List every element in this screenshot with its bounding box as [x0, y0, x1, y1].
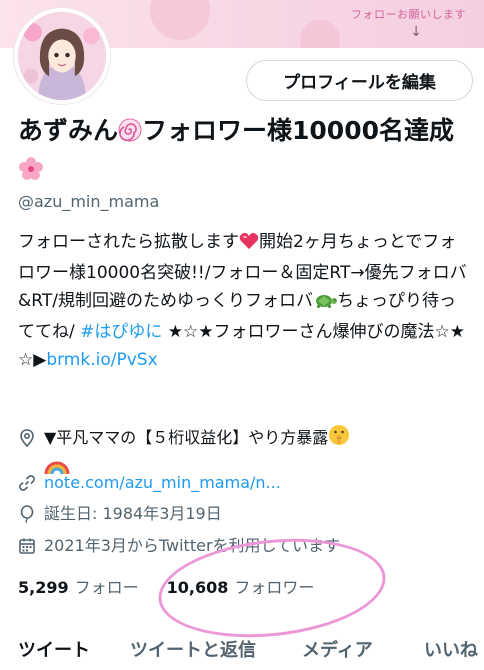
banner-decoration [150, 0, 210, 40]
heart-icon [239, 231, 259, 259]
bio-hashtag-link[interactable]: #はぴゆに [80, 322, 162, 342]
shush-face-icon [328, 424, 350, 454]
website-row: note.com/azu_min_mama/n... [18, 469, 281, 496]
tab-likes[interactable]: いいね [424, 636, 478, 662]
following-label: フォロー [74, 578, 139, 597]
banner-text: フォローお願いします [351, 8, 466, 21]
location-text: ▼平凡ママの【５桁収益化】やり方暴露 [44, 428, 329, 447]
avatar[interactable] [14, 8, 110, 104]
birthday-text: 誕生日: 1984年3月19日 [44, 504, 222, 523]
tab-media[interactable]: メディア [302, 636, 373, 662]
website-link[interactable]: note.com/azu_min_mama/n... [44, 469, 281, 496]
display-name: あずみん フォロワー様10000名達成 [18, 112, 468, 192]
tab-tweets[interactable]: ツイート [18, 636, 90, 662]
following-count: 5,299 [18, 578, 69, 597]
bio-text: フォローされたら拡散します [18, 232, 239, 252]
tab-tweets-and-replies[interactable]: ツイートと返信 [130, 636, 256, 662]
user-handle: @azu_min_mama [18, 192, 160, 211]
profile-bio: フォローされたら拡散します 開始2ヶ月ちょっとでフォロワー様10000名突破!!/… [18, 228, 470, 374]
edit-profile-button[interactable]: プロフィールを編集 [246, 60, 473, 101]
swirl-emoji-icon [118, 115, 142, 152]
turtle-icon [313, 290, 337, 318]
following-link[interactable]: 5,299 フォロー [18, 574, 139, 598]
banner-arrow: ↓ [410, 24, 422, 40]
link-icon [18, 474, 36, 492]
bio-url-link[interactable]: brmk.io/PvSx [46, 350, 157, 370]
display-name-main: フォロワー様10000名達成 [142, 116, 454, 145]
display-name-prefix: あずみん [18, 116, 119, 145]
cherry-blossom-icon [18, 155, 44, 192]
location-icon [18, 429, 36, 447]
birthday-row: 誕生日: 1984年3月19日 [18, 500, 222, 527]
banner-decoration [300, 20, 340, 48]
profile-tabs: ツイート ツイートと返信 メディア いいね [0, 630, 484, 670]
balloon-icon [18, 505, 36, 523]
calendar-icon [18, 537, 36, 555]
